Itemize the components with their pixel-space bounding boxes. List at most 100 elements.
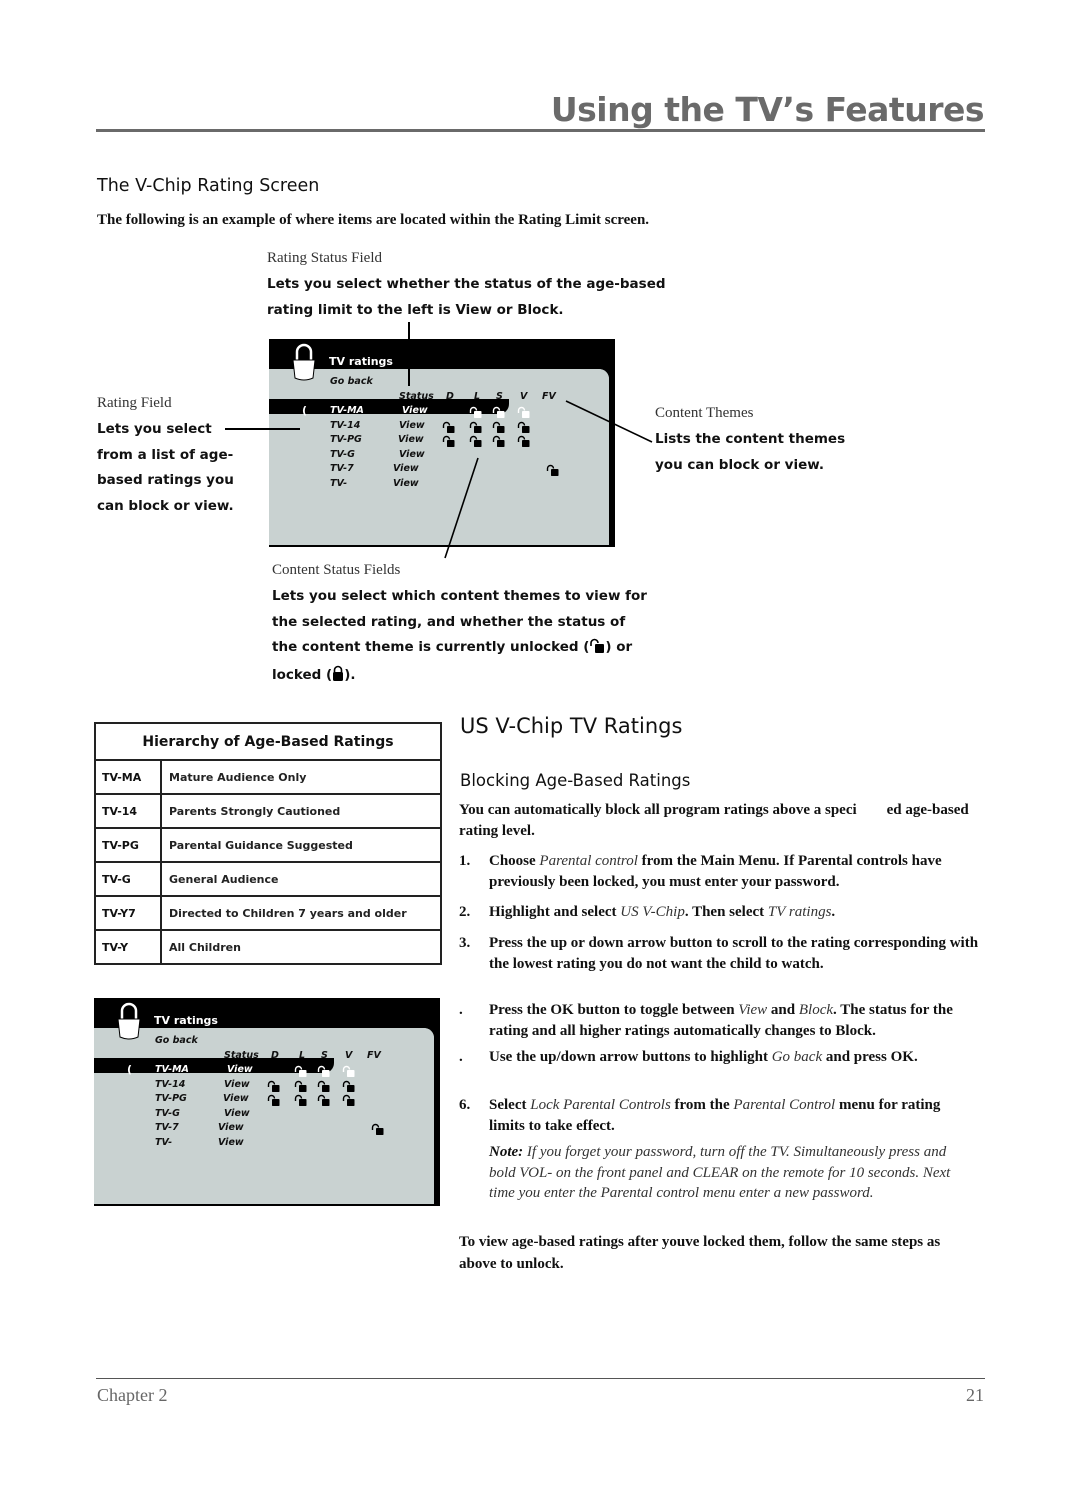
section-intro: The following is an example of where ite… (97, 212, 650, 228)
unlocked-icon[interactable] (469, 421, 482, 433)
rating-status[interactable]: View (399, 449, 425, 460)
rating-item[interactable]: TV-MA (155, 1064, 189, 1075)
rating-description: All Children (160, 929, 442, 965)
padlock-icon (114, 1001, 144, 1045)
tv-ratings-screen-example: TV ratings Go back Status D L S V FV (TV-MA View T… (94, 998, 440, 1206)
rating-status[interactable]: View (218, 1122, 244, 1133)
unlocked-icon[interactable] (294, 1094, 307, 1107)
rating-item[interactable]: TV-14 (155, 1079, 185, 1090)
section-heading-vchip-screen: The V-Chip Rating Screen (97, 176, 320, 196)
rating-description: General Audience (160, 861, 442, 897)
unlocked-icon[interactable] (267, 1080, 280, 1092)
rating-status[interactable]: View (224, 1108, 250, 1119)
unlocked-icon[interactable] (317, 1094, 330, 1107)
unlocked-icon[interactable] (317, 1080, 330, 1092)
page-number: 21 (966, 1385, 984, 1405)
unlocked-icon[interactable] (294, 1080, 307, 1092)
unlocked-icon[interactable] (517, 421, 530, 433)
step-number: . (459, 1049, 463, 1065)
unlocked-icon[interactable] (342, 1065, 355, 1077)
rating-item[interactable]: TV-G (330, 449, 355, 460)
step-number: 6. (459, 1097, 471, 1113)
rating-item[interactable]: TV- (330, 478, 347, 489)
table-row: TV-14 Parents Strongly Cautioned (94, 793, 442, 829)
footer-chapter: Chapter 2 (97, 1385, 168, 1405)
menu-reference: Go back (771, 1049, 823, 1065)
rating-item[interactable]: TV-G (155, 1108, 180, 1119)
unlocked-icon[interactable] (517, 406, 530, 418)
step-number: 3. (459, 935, 471, 951)
rating-description: Parental Guidance Suggested (160, 827, 442, 863)
rating-status[interactable]: View (393, 463, 419, 474)
rating-item[interactable]: TV-PG (330, 434, 362, 445)
closing-text: To view age-based ratings after youve lo… (459, 1234, 941, 1272)
callout-text: ) or (605, 639, 633, 655)
rating-status[interactable]: View (218, 1137, 244, 1148)
rating-status[interactable]: View (223, 1093, 249, 1104)
callout-line: Lets you select (97, 421, 212, 437)
unlocked-icon[interactable] (294, 1065, 307, 1077)
table-row: TV-G General Audience (94, 861, 442, 897)
rating-status[interactable]: View (224, 1079, 250, 1090)
unlocked-icon[interactable] (371, 1123, 384, 1136)
leader-line-content-status (444, 457, 479, 559)
callout-line: Lets you select which content themes to … (272, 588, 647, 604)
unlocked-icon[interactable] (342, 1094, 355, 1107)
rating-item[interactable]: TV- (155, 1137, 172, 1148)
table-row: TV-Y All Children (94, 929, 442, 965)
rating-item[interactable]: TV-7 (155, 1122, 179, 1133)
callout-line: you can block or view. (655, 456, 825, 473)
menu-reference: Block (798, 1002, 834, 1018)
unlocked-icon[interactable] (317, 1065, 330, 1077)
screen-title: TV ratings (329, 355, 393, 368)
unlocked-icon[interactable] (546, 464, 559, 477)
rating-code: TV-MA (94, 759, 162, 795)
rating-status[interactable]: View (398, 434, 424, 445)
unlocked-icon[interactable] (342, 1080, 355, 1092)
callout-line: can block or view. (97, 497, 234, 514)
leader-line-rating-field (225, 428, 300, 430)
step-text: Use the up/down arrow buttons to highlig… (489, 1049, 918, 1065)
theme-header-s: S (321, 1050, 328, 1061)
rating-status[interactable]: View (399, 420, 425, 431)
screen-panel-body (94, 1074, 434, 1204)
unlocked-icon[interactable] (267, 1094, 280, 1107)
rating-item[interactable]: TV-MA (330, 405, 364, 416)
step-number: . (459, 1002, 463, 1018)
step-text: Press the OK button to toggle between Vi… (489, 1002, 953, 1039)
callout-line: Lets you select whether the status of th… (267, 276, 666, 292)
rating-status[interactable]: View (227, 1064, 253, 1075)
table-row: TV-MA Mature Audience Only (94, 759, 442, 795)
rating-status[interactable]: View (393, 478, 419, 489)
unlocked-icon[interactable] (492, 435, 505, 448)
go-back-item[interactable]: Go back (155, 1035, 198, 1046)
padlock-icon (289, 342, 319, 386)
unlocked-icon[interactable] (517, 435, 530, 448)
rating-status[interactable]: View (402, 405, 428, 416)
status-column-header: Status (399, 391, 434, 402)
callout-label-rating-status: Rating Status Field (267, 250, 383, 266)
screen-panel-top (94, 1028, 434, 1058)
callout-text: the content theme is currently unlocked … (272, 639, 590, 655)
unlocked-icon[interactable] (492, 421, 505, 433)
rating-item[interactable]: TV-7 (330, 463, 354, 474)
unlocked-icon[interactable] (469, 406, 482, 418)
rating-item[interactable]: TV-PG (155, 1093, 187, 1104)
blocking-intro: You can automatically block all program … (459, 802, 969, 839)
unlocked-icon[interactable] (492, 406, 505, 418)
theme-header-v: V (520, 391, 528, 402)
section-heading-us-vchip: US V-Chip TV Ratings (460, 714, 683, 738)
theme-header-fv: FV (542, 391, 556, 402)
rating-code: TV-PG (94, 827, 162, 863)
go-back-item[interactable]: Go back (330, 376, 373, 387)
rating-item[interactable]: TV-14 (330, 420, 360, 431)
rating-code: TV-G (94, 861, 162, 897)
unlocked-icon[interactable] (442, 435, 455, 448)
theme-header-d: D (446, 391, 454, 402)
rating-code: TV-14 (94, 793, 162, 829)
page-title: Using the TV’s Features (550, 90, 985, 129)
selection-cursor: ( (127, 1063, 133, 1076)
rating-description: Directed to Children 7 years and older (160, 895, 442, 931)
unlocked-icon[interactable] (469, 435, 482, 448)
unlocked-icon[interactable] (442, 421, 455, 433)
